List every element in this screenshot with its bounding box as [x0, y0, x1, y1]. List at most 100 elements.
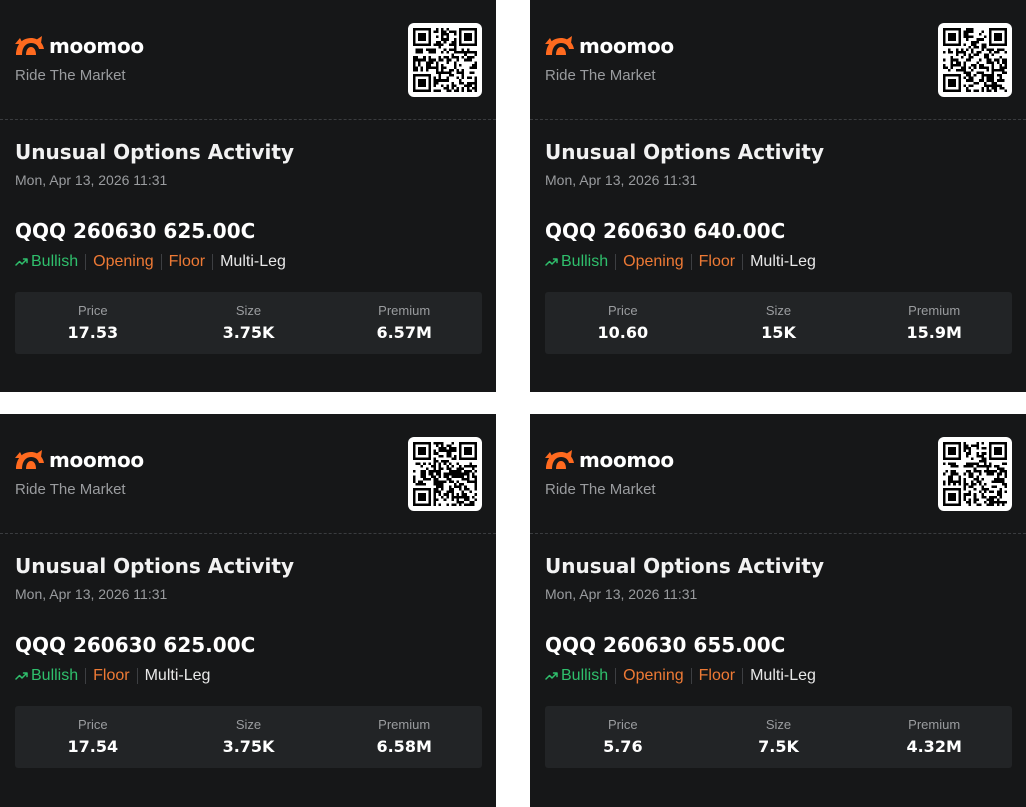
tag-floor: Floor [93, 667, 129, 685]
tag-label: Multi-Leg [220, 253, 286, 270]
brand-tagline: Ride The Market [15, 67, 126, 84]
tag-label: Opening [623, 253, 684, 270]
stat-premium: Premium 6.57M [326, 292, 482, 354]
brand: moomoo [544, 34, 674, 58]
trend-up-icon [545, 672, 558, 680]
stat-label: Premium [378, 717, 431, 732]
tag-label: Bullish [31, 253, 79, 270]
stat-premium: Premium 4.32M [856, 706, 1012, 768]
tag-separator [690, 254, 692, 270]
card-title: Unusual Options Activity [15, 554, 294, 578]
tag-separator [85, 254, 87, 270]
brand-tagline: Ride The Market [545, 481, 656, 498]
stat-price: Price 17.54 [15, 706, 171, 768]
tag-bullish: Bullish [545, 253, 608, 271]
stats-panel: Price 10.60 Size 15K Premium 15.9M [545, 292, 1012, 354]
tag-bullish: Bullish [15, 667, 78, 685]
card-title: Unusual Options Activity [15, 140, 294, 164]
tag-label: Bullish [561, 253, 609, 270]
stat-size: Size 7.5K [701, 706, 857, 768]
brand-tagline: Ride The Market [15, 481, 126, 498]
tag-label: Floor [698, 253, 736, 270]
stat-value: 10.60 [597, 323, 649, 342]
tag-opening: Opening [623, 253, 684, 271]
tag-opening: Opening [623, 667, 684, 685]
brand-name: moomoo [49, 448, 144, 472]
tag-floor: Floor [699, 667, 735, 685]
tag-separator [742, 668, 744, 684]
tag-row: Bullish Opening Floor Multi-Leg [545, 253, 816, 271]
dashed-divider [530, 533, 1026, 534]
tag-row: Bullish Floor Multi-Leg [15, 667, 210, 685]
stat-value: 3.75K [222, 323, 275, 342]
options-activity-card: moomoo Ride The Market Unusual Options A… [530, 414, 1026, 807]
brand: moomoo [14, 448, 144, 472]
option-contract: QQQ 260630 625.00C [15, 633, 256, 657]
tag-label: Multi-Leg [144, 667, 211, 684]
tag-label: Opening [623, 667, 684, 684]
stats-panel: Price 5.76 Size 7.5K Premium 4.32M [545, 706, 1012, 768]
tag-separator [136, 668, 138, 684]
stat-size: Size 3.75K [171, 292, 327, 354]
tag-separator [212, 254, 214, 270]
brand-tagline: Ride The Market [545, 67, 656, 84]
qr-code-icon[interactable] [938, 437, 1012, 511]
dashed-divider [530, 119, 1026, 120]
stat-label: Premium [908, 303, 961, 318]
card-timestamp: Mon, Apr 13, 2026 11:31 [545, 172, 698, 188]
stat-value: 15.9M [906, 323, 962, 342]
stat-price: Price 17.53 [15, 292, 171, 354]
options-activity-card: moomoo Ride The Market Unusual Options A… [530, 0, 1026, 392]
tag-label: Floor [168, 253, 206, 270]
stat-value: 15K [761, 323, 796, 342]
stat-label: Size [765, 303, 792, 318]
stats-panel: Price 17.53 Size 3.75K Premium 6.57M [15, 292, 482, 354]
tag-multi-leg: Multi-Leg [750, 253, 816, 271]
options-activity-card: moomoo Ride The Market Unusual Options A… [0, 414, 496, 807]
brand: moomoo [544, 448, 674, 472]
tag-row: Bullish Opening Floor Multi-Leg [15, 253, 286, 271]
tag-label: Multi-Leg [750, 253, 816, 270]
options-activity-card: moomoo Ride The Market Unusual Options A… [0, 0, 496, 392]
tag-opening: Opening [93, 253, 154, 271]
stat-price: Price 10.60 [545, 292, 701, 354]
tag-floor: Floor [169, 253, 205, 271]
tag-multi-leg: Multi-Leg [750, 667, 816, 685]
card-timestamp: Mon, Apr 13, 2026 11:31 [15, 586, 168, 602]
dashed-divider [0, 533, 496, 534]
card-timestamp: Mon, Apr 13, 2026 11:31 [545, 586, 698, 602]
tag-bullish: Bullish [15, 253, 78, 271]
tag-label: Floor [698, 667, 736, 684]
stat-value: 17.54 [67, 737, 119, 756]
stat-label: Premium [908, 717, 961, 732]
qr-code-icon[interactable] [938, 23, 1012, 97]
tag-multi-leg: Multi-Leg [220, 253, 286, 271]
tag-separator [690, 668, 692, 684]
qr-code-icon[interactable] [408, 437, 482, 511]
trend-up-icon [545, 258, 558, 266]
moomoo-logo-icon [545, 450, 574, 469]
moomoo-logo-icon [15, 36, 44, 55]
tag-separator [85, 668, 87, 684]
stat-premium: Premium 15.9M [856, 292, 1012, 354]
trend-up-icon [15, 672, 28, 680]
card-title: Unusual Options Activity [545, 140, 824, 164]
dashed-divider [0, 119, 496, 120]
stats-panel: Price 17.54 Size 3.75K Premium 6.58M [15, 706, 482, 768]
stat-value: 4.32M [906, 737, 962, 756]
tag-separator [615, 668, 617, 684]
option-contract: QQQ 260630 655.00C [545, 633, 786, 657]
option-contract: QQQ 260630 625.00C [15, 219, 256, 243]
qr-code-icon[interactable] [408, 23, 482, 97]
stat-value: 6.57M [376, 323, 432, 342]
stat-value: 5.76 [603, 737, 643, 756]
stat-label: Size [765, 717, 792, 732]
stat-value: 6.58M [376, 737, 432, 756]
brand: moomoo [14, 34, 144, 58]
tag-label: Floor [93, 667, 130, 684]
brand-name: moomoo [579, 34, 674, 58]
brand-name: moomoo [49, 34, 144, 58]
tag-floor: Floor [699, 253, 735, 271]
card-grid: moomoo Ride The Market Unusual Options A… [0, 0, 1026, 807]
card-title: Unusual Options Activity [545, 554, 824, 578]
